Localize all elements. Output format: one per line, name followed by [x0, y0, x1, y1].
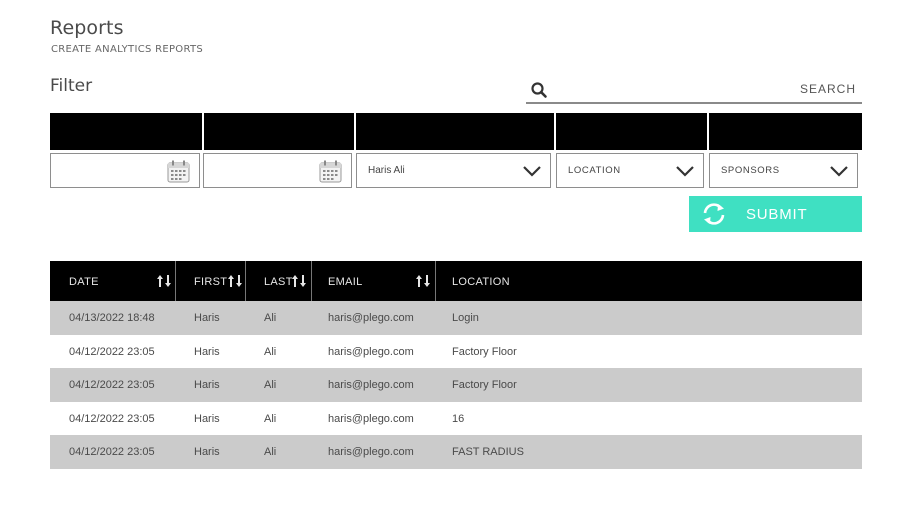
cell-date: 04/12/2022 23:05: [69, 446, 155, 458]
cell-email: haris@plego.com: [328, 312, 414, 324]
user-select-value: Haris Ali: [368, 165, 405, 176]
filter-header-band: [50, 113, 862, 150]
filter-header-divider: [554, 113, 556, 150]
column-header-email[interactable]: EMAIL: [312, 261, 434, 301]
cell-date: 04/12/2022 23:05: [69, 379, 155, 391]
user-select[interactable]: Haris Ali: [356, 153, 551, 188]
filter-header-divider: [707, 113, 709, 150]
chevron-down-icon: [830, 166, 848, 177]
sponsors-select[interactable]: SPONSORS: [709, 153, 858, 188]
column-header-label: EMAIL: [328, 276, 363, 288]
column-header-label: LAST: [264, 276, 293, 288]
sort-icon[interactable]: [292, 274, 306, 288]
cell-date: 04/12/2022 23:05: [69, 412, 155, 425]
table-header: DATE FIRST LAST EMAIL LOCATION: [50, 261, 862, 301]
refresh-icon: [703, 203, 725, 225]
cell-first: Haris: [194, 412, 220, 425]
calendar-icon[interactable]: [166, 159, 191, 184]
chevron-down-icon: [676, 166, 694, 177]
table-row[interactable]: 04/12/2022 23:05 Haris Ali haris@plego.c…: [50, 368, 862, 402]
chevron-down-icon: [523, 166, 541, 177]
page-subtitle: CREATE ANALYTICS REPORTS: [51, 44, 204, 55]
filter-label: Filter: [50, 76, 93, 96]
cell-last: Ali: [264, 312, 277, 324]
cell-location: Factory Floor: [452, 379, 517, 391]
search-icon[interactable]: [530, 81, 548, 99]
reports-page: Reports CREATE ANALYTICS REPORTS Filter: [0, 0, 900, 508]
cell-email: haris@plego.com: [328, 446, 414, 458]
reports-table: DATE FIRST LAST EMAIL LOCATION 04/13/202…: [50, 261, 862, 469]
table-row[interactable]: 04/13/2022 18:48 Haris Ali haris@plego.c…: [50, 301, 862, 335]
column-header-first[interactable]: FIRST: [176, 261, 244, 301]
filter-header-divider: [202, 113, 204, 150]
cell-last: Ali: [264, 412, 277, 425]
cell-last: Ali: [264, 446, 277, 458]
column-header-label: FIRST: [194, 276, 228, 288]
cell-location: FAST RADIUS: [452, 446, 524, 458]
sort-icon[interactable]: [228, 274, 242, 288]
cell-last: Ali: [264, 345, 277, 358]
cell-date: 04/13/2022 18:48: [69, 312, 155, 324]
date-from-field[interactable]: [50, 153, 200, 188]
submit-label: SUBMIT: [746, 206, 808, 223]
sort-icon[interactable]: [416, 274, 430, 288]
cell-location: Factory Floor: [452, 345, 517, 358]
cell-email: haris@plego.com: [328, 412, 414, 425]
search-bar: [526, 76, 862, 104]
cell-last: Ali: [264, 379, 277, 391]
submit-button[interactable]: SUBMIT: [689, 196, 862, 232]
sort-icon[interactable]: [157, 274, 171, 288]
column-header-label: LOCATION: [452, 276, 510, 288]
cell-first: Haris: [194, 312, 220, 324]
column-header-location[interactable]: LOCATION: [436, 261, 862, 301]
cell-first: Haris: [194, 345, 220, 358]
table-row[interactable]: 04/12/2022 23:05 Haris Ali haris@plego.c…: [50, 435, 862, 469]
filter-header-divider: [354, 113, 356, 150]
location-select-value: LOCATION: [568, 165, 621, 176]
table-row[interactable]: 04/12/2022 23:05 Haris Ali haris@plego.c…: [50, 335, 862, 369]
cell-email: haris@plego.com: [328, 345, 414, 358]
location-select[interactable]: LOCATION: [556, 153, 704, 188]
cell-first: Haris: [194, 446, 220, 458]
cell-first: Haris: [194, 379, 220, 391]
cell-email: haris@plego.com: [328, 379, 414, 391]
column-header-last[interactable]: LAST: [246, 261, 310, 301]
page-title: Reports: [50, 17, 124, 39]
table-row[interactable]: 04/12/2022 23:05 Haris Ali haris@plego.c…: [50, 402, 862, 436]
column-header-date[interactable]: DATE: [50, 261, 174, 301]
column-header-label: DATE: [69, 276, 99, 288]
search-input[interactable]: [556, 78, 856, 100]
cell-date: 04/12/2022 23:05: [69, 345, 155, 358]
date-to-field[interactable]: [203, 153, 352, 188]
cell-location: 16: [452, 412, 465, 425]
calendar-icon[interactable]: [318, 159, 343, 184]
cell-location: Login: [452, 312, 479, 324]
sponsors-select-value: SPONSORS: [721, 165, 780, 176]
